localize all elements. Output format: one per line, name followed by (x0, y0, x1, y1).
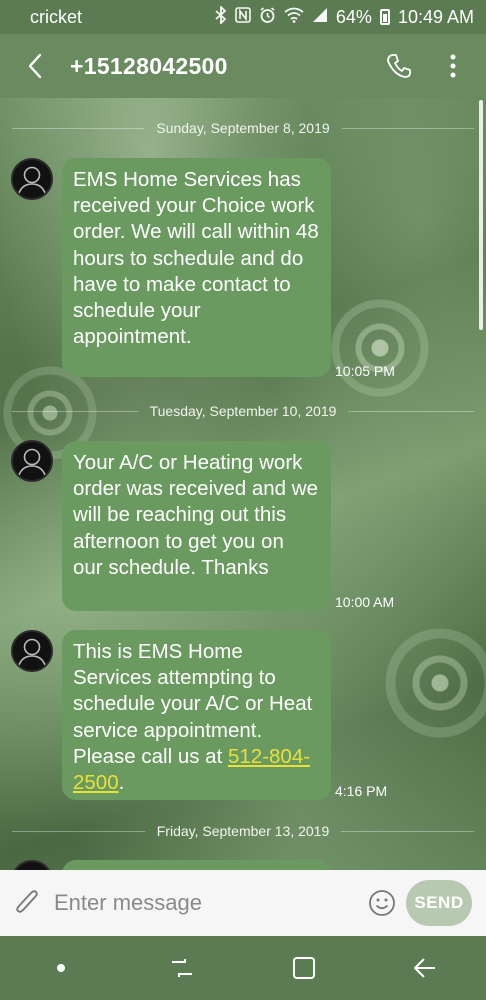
paperclip-icon (16, 890, 38, 913)
more-vertical-icon (450, 54, 456, 78)
back-button[interactable] (0, 34, 70, 98)
battery-icon (379, 9, 390, 25)
back-nav-button[interactable] (395, 936, 455, 1000)
avatar[interactable] (11, 440, 53, 482)
person-icon (17, 638, 47, 669)
date-label: Tuesday, September 10, 2019 (149, 403, 337, 419)
date-separator: Friday, September 13, 2019 (0, 821, 486, 841)
nfc-icon (235, 7, 251, 27)
signal-icon (312, 7, 328, 27)
nav-dot-button[interactable] (31, 936, 91, 1000)
home-icon (292, 957, 315, 979)
message-text: Your A/C or Heating work order was recei… (73, 451, 318, 579)
dot-icon (56, 964, 65, 972)
status-bar: cricket 64% 10:49 AM (0, 0, 486, 34)
attach-button[interactable] (0, 870, 54, 936)
message-bubble[interactable]: EMS Home Services has received your Choi… (62, 158, 331, 377)
battery-percent: 64% (335, 6, 372, 27)
message-text: EMS Home Services has received your Choi… (73, 168, 319, 349)
message-input[interactable] (54, 883, 360, 923)
wifi-icon (284, 7, 304, 27)
status-icons: 64% 10:49 AM (215, 4, 474, 28)
call-button[interactable] (372, 34, 426, 98)
system-nav-bar (0, 936, 486, 1000)
message-text-end: . (118, 771, 125, 795)
back-arrow-icon (414, 958, 436, 978)
person-icon (17, 448, 47, 479)
clock: 10:49 AM (397, 6, 474, 27)
message-bubble[interactable]: Your A/C or Heating work order was recei… (62, 441, 331, 611)
message-bubble[interactable]: This is EMS Home Services attempting to … (62, 630, 331, 800)
alarm-icon (259, 6, 276, 28)
person-icon (17, 166, 47, 197)
phone-icon (387, 54, 411, 78)
date-label: Sunday, September 8, 2019 (156, 120, 330, 136)
recents-icon (172, 959, 193, 977)
emoji-icon (369, 890, 395, 916)
message-thread[interactable]: Sunday, September 8, 2019 EMS Home Servi… (0, 98, 486, 870)
chevron-left-icon (28, 53, 42, 79)
send-button[interactable]: SEND (406, 880, 472, 926)
date-separator: Tuesday, September 10, 2019 (0, 401, 486, 421)
carrier-label: cricket (30, 6, 83, 27)
message-time: 4:16 PM (335, 783, 388, 799)
date-label: Friday, September 13, 2019 (156, 823, 330, 839)
avatar[interactable] (11, 158, 53, 200)
message-time: 10:05 PM (335, 363, 395, 379)
date-separator: Sunday, September 8, 2019 (0, 118, 486, 138)
recents-button[interactable] (152, 936, 212, 1000)
more-options-button[interactable] (426, 34, 480, 98)
conversation-header: +15128042500 (0, 34, 486, 98)
message-bubble[interactable] (62, 860, 331, 870)
message-time: 10:00 AM (335, 594, 395, 610)
message-composer: SEND (0, 870, 486, 936)
avatar[interactable] (11, 860, 53, 870)
bluetooth-icon (215, 4, 227, 28)
avatar[interactable] (11, 630, 53, 672)
emoji-button[interactable] (360, 870, 404, 936)
contact-title: +15128042500 (70, 52, 228, 79)
home-button[interactable] (274, 936, 334, 1000)
